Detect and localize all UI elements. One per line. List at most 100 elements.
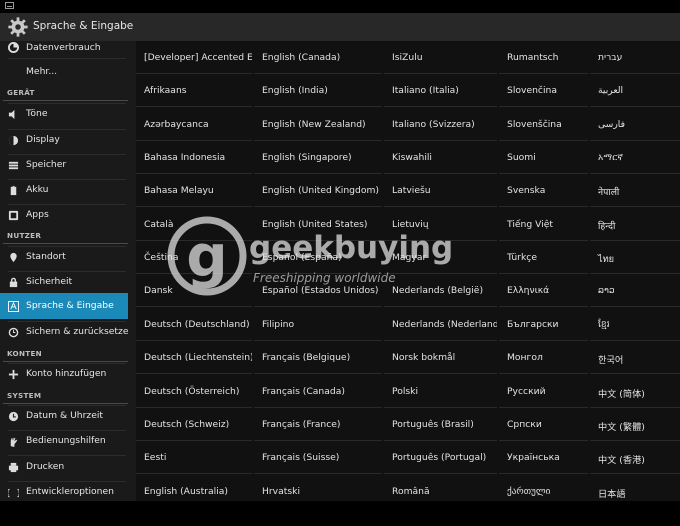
language-label: ລາວ — [598, 285, 615, 297]
language-item[interactable]: हिन्दी — [590, 208, 680, 241]
apps-icon — [8, 210, 19, 220]
language-item[interactable]: Suomi — [499, 141, 588, 175]
language-label: العربية — [598, 85, 624, 97]
language-item[interactable]: עברית — [590, 41, 680, 74]
language-item[interactable]: नेपाली — [590, 174, 680, 208]
language-item[interactable]: Svenska — [499, 174, 588, 208]
language-item[interactable]: English (United States) — [254, 208, 382, 241]
language-label: ខ្មែរ — [598, 318, 610, 330]
language-item[interactable]: English (Canada) — [254, 41, 382, 74]
language-label: Latviešu — [392, 185, 431, 197]
language-item[interactable]: Deutsch (Liechtenstein) — [136, 341, 252, 375]
sidebar-item-apps[interactable]: Apps — [0, 207, 128, 223]
language-label: Deutsch (Österreich) — [144, 385, 240, 397]
language-item[interactable]: English (Singapore) — [254, 141, 382, 175]
sidebar-item-entwickleroptionen[interactable]: { } Entwickleroptionen — [0, 484, 128, 500]
language-item[interactable]: Deutsch (Österreich) — [136, 375, 252, 408]
language-item[interactable]: IsiZulu — [384, 41, 497, 74]
language-item[interactable]: Polski — [384, 375, 497, 408]
language-item[interactable]: English (United Kingdom) — [254, 174, 382, 208]
sidebar-item-akku[interactable]: Akku — [0, 182, 128, 198]
language-item[interactable]: 한국어 — [590, 341, 680, 375]
language-label: Română — [392, 485, 430, 497]
language-item[interactable]: Afrikaans — [136, 74, 252, 108]
language-item[interactable]: Deutsch (Deutschland) — [136, 308, 252, 341]
language-item[interactable]: [Developer] Accented English — [136, 41, 252, 74]
language-item[interactable]: Português (Brasil) — [384, 408, 497, 441]
sidebar-item-label: Entwickleroptionen — [26, 486, 114, 497]
settings-gear-icon[interactable] — [7, 16, 29, 38]
language-item[interactable]: አማርኛ — [590, 141, 680, 175]
language-column-2: English (Canada) English (India) English (… — [254, 41, 382, 501]
sidebar-item-sprache-eingabe[interactable]: Sprache & Eingabe — [0, 293, 128, 319]
language-item[interactable]: Español (Estados Unidos) — [254, 274, 382, 308]
language-item[interactable]: Türkçe — [499, 241, 588, 275]
language-item[interactable]: ລາວ — [590, 274, 680, 308]
sidebar-item-konto-hinzuf-gen[interactable]: Konto hinzufügen — [0, 366, 128, 382]
sidebar-item-speicher[interactable]: Speicher — [0, 157, 128, 173]
language-item[interactable]: Català — [136, 208, 252, 241]
language-item[interactable]: Français (Suisse) — [254, 441, 382, 475]
sidebar-item-label: Display — [26, 134, 60, 145]
sidebar-item-sicherheit[interactable]: Sicherheit — [0, 274, 128, 290]
sidebar-item-t-ne[interactable]: Töne — [0, 106, 128, 122]
language-item[interactable]: Français (Canada) — [254, 375, 382, 408]
language-item[interactable]: Français (France) — [254, 408, 382, 441]
language-item[interactable]: Français (Belgique) — [254, 341, 382, 375]
language-item[interactable]: Српски — [499, 408, 588, 441]
language-item[interactable]: Български — [499, 308, 588, 341]
language-item[interactable]: Kiswahili — [384, 141, 497, 175]
language-item[interactable]: Dansk — [136, 274, 252, 308]
language-item[interactable]: Ελληνικά — [499, 274, 588, 308]
sidebar-item-display[interactable]: Display — [0, 132, 128, 148]
language-item[interactable]: Bahasa Indonesia — [136, 141, 252, 175]
language-item[interactable]: العربية — [590, 74, 680, 108]
language-item[interactable]: 中文 (香港) — [590, 441, 680, 475]
language-label: Afrikaans — [144, 85, 187, 97]
sidebar-item-drucken[interactable]: Drucken — [0, 459, 128, 475]
language-item[interactable]: ไทย — [590, 241, 680, 275]
language-item[interactable]: English (New Zealand) — [254, 108, 382, 141]
language-item[interactable]: 中文 (简体) — [590, 375, 680, 408]
sidebar-item-bedienungshilfen[interactable]: Bedienungshilfen — [0, 433, 128, 449]
sidebar-divider — [8, 430, 126, 431]
language-item[interactable]: Čeština — [136, 241, 252, 275]
language-item[interactable]: Português (Portugal) — [384, 441, 497, 475]
language-item[interactable]: Deutsch (Schweiz) — [136, 408, 252, 441]
language-item[interactable]: Español (España) — [254, 241, 382, 275]
language-item[interactable]: Русский — [499, 375, 588, 408]
language-item[interactable]: Azərbaycanca — [136, 108, 252, 141]
language-item[interactable]: Українська — [499, 441, 588, 475]
language-item[interactable]: Norsk bokmål — [384, 341, 497, 375]
sidebar-item-datenverbrauch[interactable]: Datenverbrauch — [0, 41, 128, 54]
language-item[interactable]: 中文 (繁體) — [590, 408, 680, 441]
language-item[interactable]: Italiano (Svizzera) — [384, 108, 497, 141]
language-item[interactable]: Nederlands (Nederland) — [384, 308, 497, 341]
sidebar-item-datum-uhrzeit[interactable]: Datum & Uhrzeit — [0, 408, 128, 424]
language-item[interactable]: English (India) — [254, 74, 382, 108]
language-item[interactable]: Bahasa Melayu — [136, 174, 252, 208]
language-item[interactable]: Magyar — [384, 241, 497, 275]
language-item[interactable]: Tiếng Việt — [499, 208, 588, 241]
language-item[interactable]: Rumantsch — [499, 41, 588, 74]
language-item[interactable]: Eesti — [136, 441, 252, 475]
language-item[interactable]: Italiano (Italia) — [384, 74, 497, 108]
language-label: Filipino — [262, 318, 295, 330]
language-item[interactable]: Latviešu — [384, 174, 497, 208]
language-label: English (Singapore) — [262, 152, 352, 164]
language-label: አማርኛ — [598, 152, 624, 164]
language-item[interactable]: Nederlands (België) — [384, 274, 497, 308]
language-item[interactable]: ខ្មែរ — [590, 308, 680, 341]
language-grid: [Developer] Accented English Afrikaans Azə… — [136, 41, 680, 501]
language-item[interactable]: Slovenčina — [499, 74, 588, 108]
sidebar-item-sichern-zur-cksetzen[interactable]: Sichern & zurücksetzen — [0, 324, 128, 340]
language-label: Català — [144, 218, 174, 230]
language-item[interactable]: Lietuvių — [384, 208, 497, 241]
language-item[interactable]: Slovenščina — [499, 108, 588, 141]
sidebar-item-standort[interactable]: Standort — [0, 249, 128, 265]
language-item[interactable]: فارسی — [590, 108, 680, 141]
language-label: Kiswahili — [392, 152, 432, 164]
language-item[interactable]: Монгол — [499, 341, 588, 375]
language-item[interactable]: Filipino — [254, 308, 382, 341]
sidebar-item-mehr[interactable]: Mehr... — [0, 65, 128, 79]
